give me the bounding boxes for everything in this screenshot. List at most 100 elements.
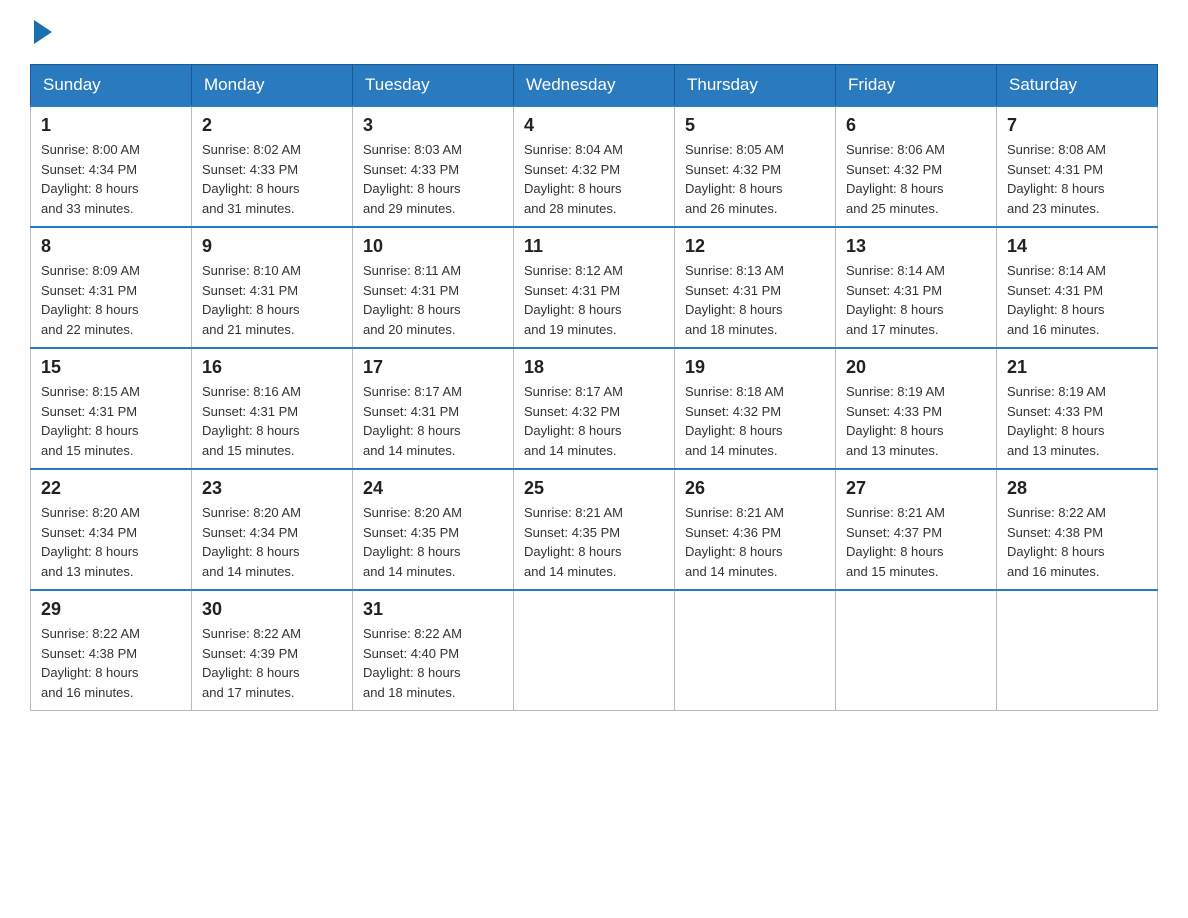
day-number: 9 bbox=[202, 236, 342, 257]
day-info: Sunrise: 8:18 AMSunset: 4:32 PMDaylight:… bbox=[685, 382, 825, 460]
calendar-cell: 8 Sunrise: 8:09 AMSunset: 4:31 PMDayligh… bbox=[31, 227, 192, 348]
day-number: 26 bbox=[685, 478, 825, 499]
calendar-header-row: SundayMondayTuesdayWednesdayThursdayFrid… bbox=[31, 65, 1158, 107]
column-header-friday: Friday bbox=[836, 65, 997, 107]
day-info: Sunrise: 8:13 AMSunset: 4:31 PMDaylight:… bbox=[685, 261, 825, 339]
day-info: Sunrise: 8:09 AMSunset: 4:31 PMDaylight:… bbox=[41, 261, 181, 339]
day-number: 31 bbox=[363, 599, 503, 620]
day-info: Sunrise: 8:16 AMSunset: 4:31 PMDaylight:… bbox=[202, 382, 342, 460]
calendar-cell: 16 Sunrise: 8:16 AMSunset: 4:31 PMDaylig… bbox=[192, 348, 353, 469]
day-number: 18 bbox=[524, 357, 664, 378]
day-info: Sunrise: 8:20 AMSunset: 4:35 PMDaylight:… bbox=[363, 503, 503, 581]
day-number: 30 bbox=[202, 599, 342, 620]
column-header-saturday: Saturday bbox=[997, 65, 1158, 107]
day-number: 29 bbox=[41, 599, 181, 620]
day-info: Sunrise: 8:19 AMSunset: 4:33 PMDaylight:… bbox=[1007, 382, 1147, 460]
calendar-cell: 6 Sunrise: 8:06 AMSunset: 4:32 PMDayligh… bbox=[836, 106, 997, 227]
calendar-cell: 23 Sunrise: 8:20 AMSunset: 4:34 PMDaylig… bbox=[192, 469, 353, 590]
calendar-cell: 3 Sunrise: 8:03 AMSunset: 4:33 PMDayligh… bbox=[353, 106, 514, 227]
day-number: 8 bbox=[41, 236, 181, 257]
day-number: 13 bbox=[846, 236, 986, 257]
day-number: 27 bbox=[846, 478, 986, 499]
day-number: 23 bbox=[202, 478, 342, 499]
calendar-cell: 22 Sunrise: 8:20 AMSunset: 4:34 PMDaylig… bbox=[31, 469, 192, 590]
column-header-thursday: Thursday bbox=[675, 65, 836, 107]
calendar-cell bbox=[514, 590, 675, 711]
calendar-cell: 21 Sunrise: 8:19 AMSunset: 4:33 PMDaylig… bbox=[997, 348, 1158, 469]
calendar-cell: 2 Sunrise: 8:02 AMSunset: 4:33 PMDayligh… bbox=[192, 106, 353, 227]
calendar-cell: 9 Sunrise: 8:10 AMSunset: 4:31 PMDayligh… bbox=[192, 227, 353, 348]
day-info: Sunrise: 8:05 AMSunset: 4:32 PMDaylight:… bbox=[685, 140, 825, 218]
day-number: 17 bbox=[363, 357, 503, 378]
week-row-5: 29 Sunrise: 8:22 AMSunset: 4:38 PMDaylig… bbox=[31, 590, 1158, 711]
calendar-cell bbox=[997, 590, 1158, 711]
logo-arrow-icon bbox=[34, 20, 52, 44]
week-row-4: 22 Sunrise: 8:20 AMSunset: 4:34 PMDaylig… bbox=[31, 469, 1158, 590]
day-info: Sunrise: 8:21 AMSunset: 4:35 PMDaylight:… bbox=[524, 503, 664, 581]
calendar-cell: 11 Sunrise: 8:12 AMSunset: 4:31 PMDaylig… bbox=[514, 227, 675, 348]
day-info: Sunrise: 8:20 AMSunset: 4:34 PMDaylight:… bbox=[41, 503, 181, 581]
day-number: 2 bbox=[202, 115, 342, 136]
day-info: Sunrise: 8:22 AMSunset: 4:38 PMDaylight:… bbox=[41, 624, 181, 702]
day-number: 19 bbox=[685, 357, 825, 378]
day-info: Sunrise: 8:02 AMSunset: 4:33 PMDaylight:… bbox=[202, 140, 342, 218]
day-info: Sunrise: 8:06 AMSunset: 4:32 PMDaylight:… bbox=[846, 140, 986, 218]
day-number: 3 bbox=[363, 115, 503, 136]
day-number: 5 bbox=[685, 115, 825, 136]
day-info: Sunrise: 8:17 AMSunset: 4:32 PMDaylight:… bbox=[524, 382, 664, 460]
day-info: Sunrise: 8:22 AMSunset: 4:39 PMDaylight:… bbox=[202, 624, 342, 702]
calendar-cell: 20 Sunrise: 8:19 AMSunset: 4:33 PMDaylig… bbox=[836, 348, 997, 469]
calendar-cell: 26 Sunrise: 8:21 AMSunset: 4:36 PMDaylig… bbox=[675, 469, 836, 590]
day-number: 12 bbox=[685, 236, 825, 257]
day-info: Sunrise: 8:22 AMSunset: 4:40 PMDaylight:… bbox=[363, 624, 503, 702]
column-header-sunday: Sunday bbox=[31, 65, 192, 107]
day-number: 7 bbox=[1007, 115, 1147, 136]
day-info: Sunrise: 8:17 AMSunset: 4:31 PMDaylight:… bbox=[363, 382, 503, 460]
day-info: Sunrise: 8:21 AMSunset: 4:36 PMDaylight:… bbox=[685, 503, 825, 581]
calendar-table: SundayMondayTuesdayWednesdayThursdayFrid… bbox=[30, 64, 1158, 711]
calendar-cell: 12 Sunrise: 8:13 AMSunset: 4:31 PMDaylig… bbox=[675, 227, 836, 348]
calendar-cell: 25 Sunrise: 8:21 AMSunset: 4:35 PMDaylig… bbox=[514, 469, 675, 590]
day-number: 15 bbox=[41, 357, 181, 378]
day-info: Sunrise: 8:10 AMSunset: 4:31 PMDaylight:… bbox=[202, 261, 342, 339]
calendar-cell: 1 Sunrise: 8:00 AMSunset: 4:34 PMDayligh… bbox=[31, 106, 192, 227]
calendar-cell: 10 Sunrise: 8:11 AMSunset: 4:31 PMDaylig… bbox=[353, 227, 514, 348]
calendar-cell: 13 Sunrise: 8:14 AMSunset: 4:31 PMDaylig… bbox=[836, 227, 997, 348]
calendar-cell: 19 Sunrise: 8:18 AMSunset: 4:32 PMDaylig… bbox=[675, 348, 836, 469]
day-info: Sunrise: 8:04 AMSunset: 4:32 PMDaylight:… bbox=[524, 140, 664, 218]
day-info: Sunrise: 8:15 AMSunset: 4:31 PMDaylight:… bbox=[41, 382, 181, 460]
day-info: Sunrise: 8:22 AMSunset: 4:38 PMDaylight:… bbox=[1007, 503, 1147, 581]
page-header bbox=[30, 20, 1158, 44]
column-header-wednesday: Wednesday bbox=[514, 65, 675, 107]
day-number: 28 bbox=[1007, 478, 1147, 499]
calendar-cell bbox=[675, 590, 836, 711]
logo-general bbox=[30, 20, 52, 44]
week-row-1: 1 Sunrise: 8:00 AMSunset: 4:34 PMDayligh… bbox=[31, 106, 1158, 227]
day-number: 24 bbox=[363, 478, 503, 499]
calendar-cell: 29 Sunrise: 8:22 AMSunset: 4:38 PMDaylig… bbox=[31, 590, 192, 711]
day-info: Sunrise: 8:03 AMSunset: 4:33 PMDaylight:… bbox=[363, 140, 503, 218]
calendar-cell: 30 Sunrise: 8:22 AMSunset: 4:39 PMDaylig… bbox=[192, 590, 353, 711]
week-row-2: 8 Sunrise: 8:09 AMSunset: 4:31 PMDayligh… bbox=[31, 227, 1158, 348]
day-number: 16 bbox=[202, 357, 342, 378]
calendar-cell: 27 Sunrise: 8:21 AMSunset: 4:37 PMDaylig… bbox=[836, 469, 997, 590]
calendar-cell: 7 Sunrise: 8:08 AMSunset: 4:31 PMDayligh… bbox=[997, 106, 1158, 227]
day-info: Sunrise: 8:00 AMSunset: 4:34 PMDaylight:… bbox=[41, 140, 181, 218]
column-header-monday: Monday bbox=[192, 65, 353, 107]
calendar-cell: 28 Sunrise: 8:22 AMSunset: 4:38 PMDaylig… bbox=[997, 469, 1158, 590]
day-info: Sunrise: 8:21 AMSunset: 4:37 PMDaylight:… bbox=[846, 503, 986, 581]
logo bbox=[30, 20, 52, 44]
day-number: 20 bbox=[846, 357, 986, 378]
day-number: 6 bbox=[846, 115, 986, 136]
day-info: Sunrise: 8:12 AMSunset: 4:31 PMDaylight:… bbox=[524, 261, 664, 339]
day-info: Sunrise: 8:20 AMSunset: 4:34 PMDaylight:… bbox=[202, 503, 342, 581]
day-number: 25 bbox=[524, 478, 664, 499]
day-number: 22 bbox=[41, 478, 181, 499]
calendar-cell: 4 Sunrise: 8:04 AMSunset: 4:32 PMDayligh… bbox=[514, 106, 675, 227]
calendar-cell: 18 Sunrise: 8:17 AMSunset: 4:32 PMDaylig… bbox=[514, 348, 675, 469]
calendar-cell: 14 Sunrise: 8:14 AMSunset: 4:31 PMDaylig… bbox=[997, 227, 1158, 348]
day-info: Sunrise: 8:08 AMSunset: 4:31 PMDaylight:… bbox=[1007, 140, 1147, 218]
calendar-cell bbox=[836, 590, 997, 711]
day-info: Sunrise: 8:19 AMSunset: 4:33 PMDaylight:… bbox=[846, 382, 986, 460]
week-row-3: 15 Sunrise: 8:15 AMSunset: 4:31 PMDaylig… bbox=[31, 348, 1158, 469]
